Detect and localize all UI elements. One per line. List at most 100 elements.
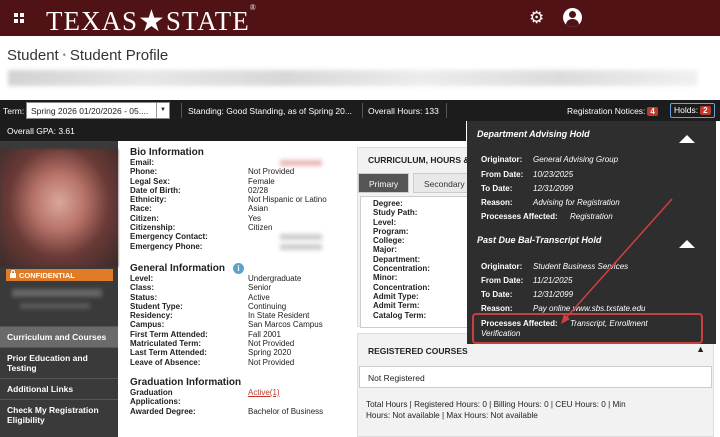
bio-value: Not Hispanic or Latino (248, 195, 327, 205)
graduation-title: Graduation Information (130, 376, 242, 388)
general-key: Status: (130, 292, 158, 302)
sidebar-item-prior-education[interactable]: Prior Education and Testing (0, 347, 118, 378)
curriculum-field: Concentration: (373, 282, 430, 292)
graduation-applications-link[interactable]: Active(1) (248, 388, 280, 397)
bio-row: Emergency Contact: (130, 232, 352, 241)
general-key: Matriculated Term: (130, 339, 201, 349)
bio-column: Bio Information Email: Phone: Not Provide… (130, 147, 352, 416)
graduation-key: Awarded Degree: (130, 406, 196, 416)
bio-key: Race: (130, 204, 152, 214)
logo-star: ★ (138, 5, 166, 38)
redacted-phone (280, 243, 322, 250)
bio-value: Asian (248, 204, 269, 214)
bio-key: Citizenship: (130, 223, 176, 233)
bio-key: Date of Birth: (130, 185, 181, 195)
general-title-text: General Information (130, 262, 226, 274)
top-bar: TEXAS★STATE® ⚙ (0, 0, 720, 38)
divider (181, 103, 182, 118)
logo-text-state: STATE (165, 6, 250, 36)
chevron-up-icon[interactable]: ▲ (696, 344, 705, 354)
notices-label: Registration Notices: (567, 106, 646, 116)
general-value: Undergraduate (248, 273, 302, 283)
bio-key: Citizen: (130, 213, 159, 223)
general-row: Leave of Absence: Not Provided (130, 358, 352, 367)
general-value: Active (248, 292, 270, 302)
general-row: Level: Undergraduate (130, 274, 352, 283)
sidebar-nav: Curriculum and Courses Prior Education a… (0, 326, 118, 430)
curriculum-field: Degree: (373, 199, 403, 208)
chevron-down-icon[interactable]: ▼ (156, 103, 169, 118)
bio-key: Phone: (130, 167, 158, 177)
redacted-email (280, 160, 322, 166)
general-key: Residency: (130, 311, 173, 321)
bio-row: Date of Birth: 02/28 (130, 186, 352, 195)
general-row: Campus: San Marcos Campus (130, 320, 352, 329)
holds-button[interactable]: Holds: 2 (670, 103, 715, 118)
holds-count-badge: 2 (700, 106, 711, 115)
term-bar: Term: Spring 2026 01/20/2026 - 05.... ▼ … (0, 100, 720, 121)
curriculum-field: Study Path: (373, 208, 418, 218)
sidebar: CONFIDENTIAL Curriculum and Courses Prio… (0, 141, 118, 437)
general-title: General Information i (130, 262, 352, 274)
info-icon[interactable]: i (233, 262, 245, 274)
graduation-row: Graduation Active(1) (130, 388, 352, 397)
bio-key: Emergency Phone: (130, 241, 203, 251)
bio-row: Email: (130, 158, 352, 167)
bio-row: Race: Asian (130, 204, 352, 213)
sidebar-item-additional-links[interactable]: Additional Links (0, 378, 118, 399)
general-row: Status: Active (130, 293, 352, 302)
curriculum-title: CURRICULUM, HOURS & (368, 155, 470, 165)
curriculum-field: College: (373, 236, 405, 246)
gear-icon[interactable]: ⚙ (529, 9, 544, 26)
logo-text-texas: TEXAS (46, 6, 138, 36)
breadcrumb-student[interactable]: Student (7, 47, 59, 64)
general-key: Student Type: (130, 301, 183, 311)
curriculum-fields: Degree: Study Path: Level: Program: Coll… (360, 196, 468, 328)
graduation-row: Applications: (130, 397, 352, 406)
sidebar-item-curriculum[interactable]: Curriculum and Courses (0, 326, 118, 347)
term-select[interactable]: Spring 2026 01/20/2026 - 05.... ▼ (26, 102, 170, 119)
arrow-annotation (561, 198, 673, 324)
registered-totals: Total Hours | Registered Hours: 0 | Bill… (366, 399, 711, 421)
general-row: Matriculated Term: Not Provided (130, 339, 352, 348)
general-value: Continuing (248, 301, 287, 311)
bio-row: Citizen: Yes (130, 214, 352, 223)
general-value: Fall 2001 (248, 329, 281, 339)
confidential-badge: CONFIDENTIAL (6, 269, 113, 281)
general-value: Not Provided (248, 339, 295, 349)
bio-key: Ethnicity: (130, 195, 167, 205)
curriculum-field: Department: (373, 254, 421, 264)
confidential-label: CONFIDENTIAL (19, 271, 75, 280)
redacted-id (20, 303, 90, 309)
texas-state-logo[interactable]: TEXAS★STATE® (46, 3, 257, 38)
lock-icon (10, 270, 16, 278)
general-key: Campus: (130, 320, 165, 330)
curriculum-field: Program: (373, 226, 409, 236)
general-key: First Term Attended: (130, 329, 208, 339)
bio-value: Not Provided (248, 167, 295, 177)
curriculum-field: Catalog Term: (373, 310, 427, 320)
divider (362, 103, 363, 118)
page-title: Student • Student Profile (7, 47, 168, 64)
sidebar-item-registration-eligibility[interactable]: Check My Registration Eligibility (0, 399, 118, 430)
gpa-bar: Overall GPA: 3.61 (0, 121, 466, 141)
student-photo (0, 149, 118, 267)
registered-courses-panel: REGISTERED COURSES ▲ Not Registered Tota… (357, 333, 714, 437)
registered-status-text: Not Registered (368, 373, 425, 383)
general-row: Residency: In State Resident (130, 311, 352, 320)
grid-icon[interactable] (14, 13, 24, 23)
bio-value: Yes (248, 213, 262, 223)
general-row: Class: Senior (130, 283, 352, 292)
logo-registered-mark: ® (249, 3, 257, 12)
totals-line-1: Total Hours | Registered Hours: 0 | Bill… (366, 400, 626, 409)
general-row: Student Type: Continuing (130, 302, 352, 311)
curriculum-field: Major: (373, 245, 397, 255)
registration-notices[interactable]: Registration Notices: 4 (567, 106, 658, 116)
bio-value: 02/28 (248, 185, 269, 195)
curriculum-field: Minor: (373, 273, 398, 283)
bio-row: Ethnicity: Not Hispanic or Latino (130, 195, 352, 204)
tab-primary[interactable]: Primary (358, 173, 410, 193)
redacted-student-name (8, 70, 698, 86)
holds-label: Holds: (674, 105, 699, 115)
user-icon[interactable] (563, 8, 582, 27)
